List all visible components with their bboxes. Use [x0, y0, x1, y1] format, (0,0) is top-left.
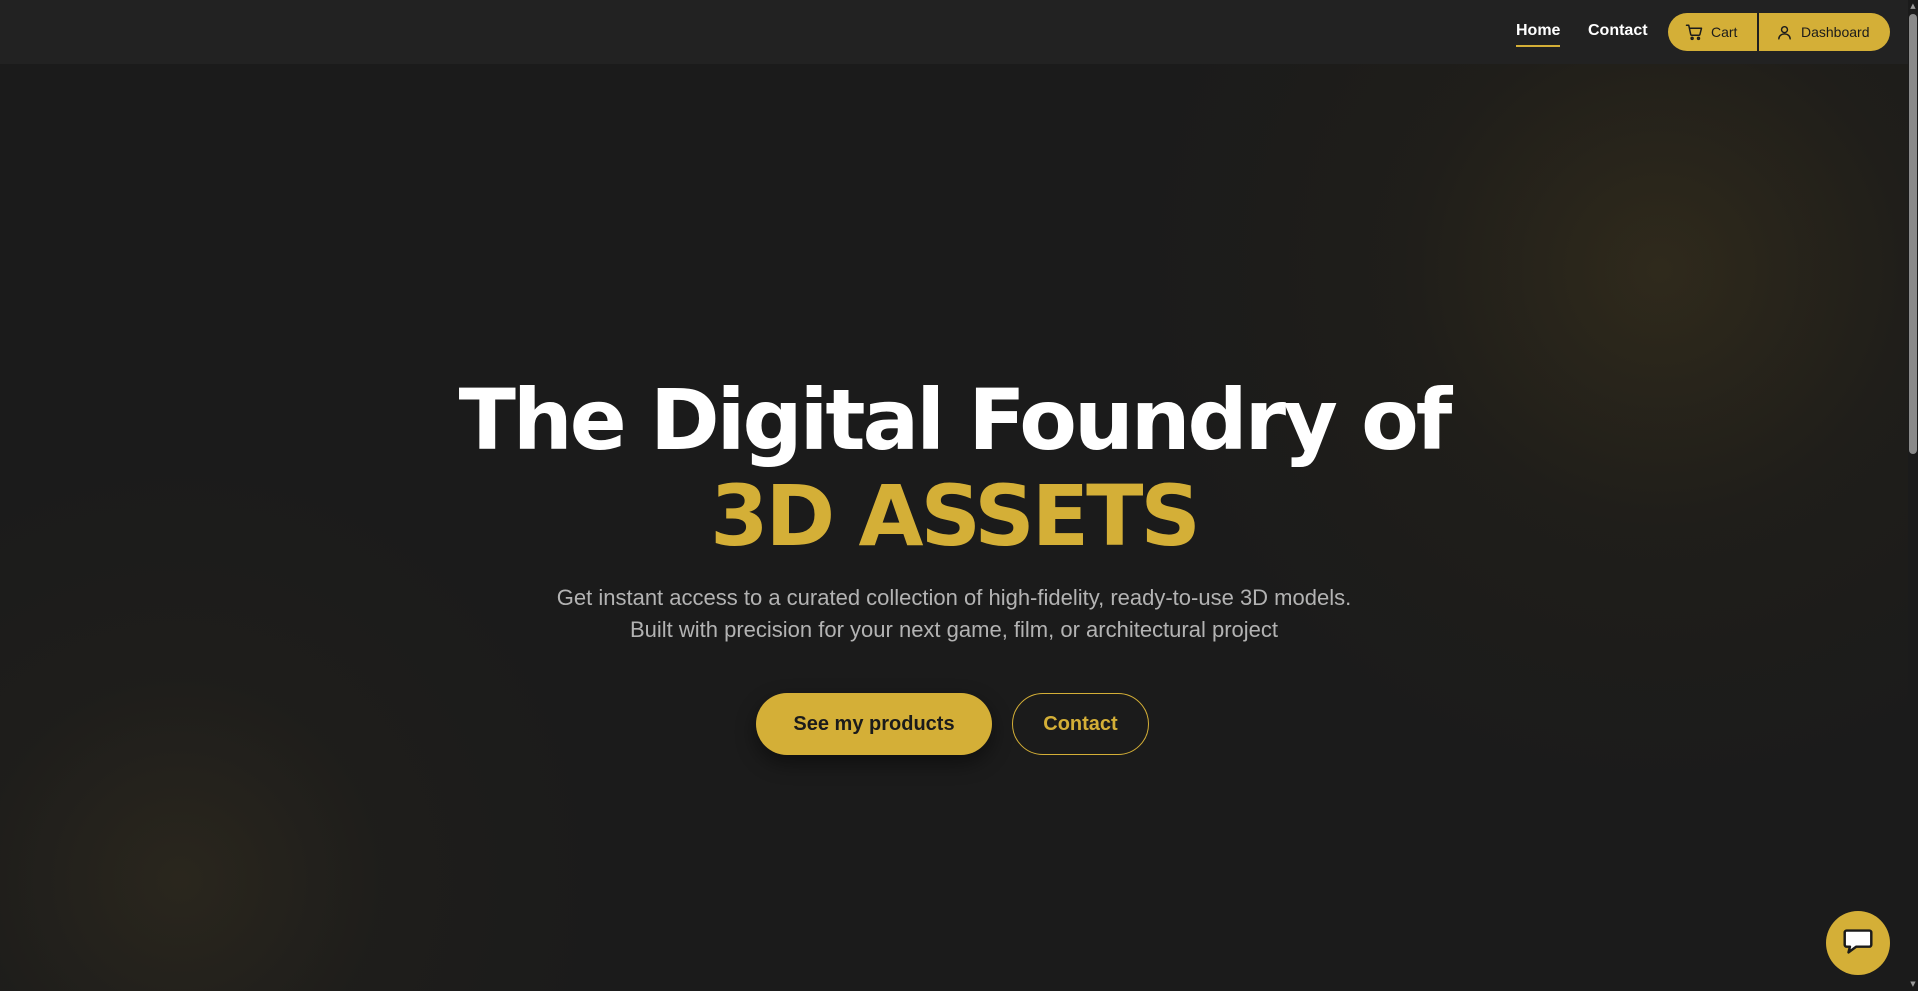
- scrollbar-thumb[interactable]: [1909, 14, 1917, 454]
- chat-icon: [1839, 922, 1877, 964]
- hero-title-accent: 3D ASSETS: [710, 467, 1201, 565]
- see-products-button[interactable]: See my products: [756, 693, 992, 755]
- user-icon: [1776, 24, 1793, 41]
- cart-label: Cart: [1711, 24, 1738, 40]
- top-navigation-bar: Home Contact Cart Dashboard: [0, 0, 1908, 64]
- dashboard-button[interactable]: Dashboard: [1759, 13, 1890, 51]
- nav-home-link[interactable]: Home: [1516, 21, 1560, 41]
- hero-title: The Digital Foundry of: [458, 371, 1453, 469]
- chat-button[interactable]: [1826, 911, 1890, 975]
- contact-button[interactable]: Contact: [1012, 693, 1149, 755]
- scroll-up-arrow[interactable]: ▲: [1909, 2, 1917, 10]
- scroll-down-arrow[interactable]: ▼: [1909, 980, 1917, 988]
- active-nav-indicator: [1516, 45, 1560, 47]
- account-actions: Cart Dashboard: [1668, 13, 1890, 51]
- cart-button[interactable]: Cart: [1668, 13, 1757, 51]
- dashboard-label: Dashboard: [1801, 24, 1870, 40]
- cart-icon: [1685, 23, 1703, 41]
- page: Home Contact Cart Dashboard The Digital …: [0, 0, 1918, 991]
- hero-subtitle: Get instant access to a curated collecti…: [556, 585, 1352, 642]
- nav-contact-link[interactable]: Contact: [1588, 21, 1648, 41]
